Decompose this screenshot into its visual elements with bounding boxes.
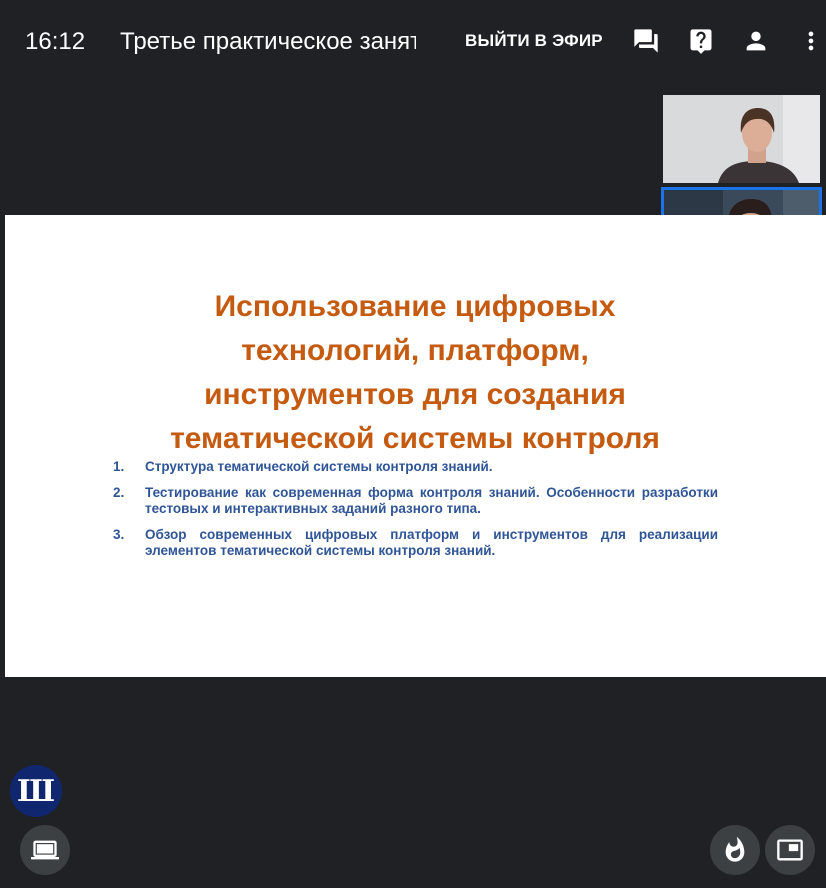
top-bar: 16:12 Третье практическое занятие ВЫЙТИ … bbox=[0, 0, 826, 80]
clock: 16:12 bbox=[25, 28, 86, 55]
slide-title: Использование цифровых технологий, платф… bbox=[105, 285, 725, 461]
list-item-number: 2. bbox=[113, 485, 125, 500]
present-screen-button[interactable] bbox=[20, 825, 70, 875]
slide-title-line: Использование цифровых bbox=[214, 290, 616, 323]
help-icon[interactable] bbox=[687, 27, 715, 55]
participant-video-1[interactable] bbox=[663, 95, 820, 183]
list-item-text: Обзор современных цифровых платформ и ин… bbox=[145, 527, 718, 558]
slide-title-line: тематической системы контроля bbox=[170, 422, 660, 455]
list-item-text: Тестирование как современная форма контр… bbox=[145, 485, 718, 516]
picture-in-picture-button[interactable] bbox=[765, 825, 815, 875]
slide-list-item: 2. Тестирование как современная форма ко… bbox=[113, 485, 718, 517]
presentation-slide: Использование цифровых технологий, платф… bbox=[5, 215, 826, 677]
go-live-button[interactable]: ВЫЙТИ В ЭФИР bbox=[465, 31, 603, 51]
person-icon[interactable] bbox=[742, 27, 770, 55]
present-screen-icon bbox=[31, 840, 59, 860]
meeting-title: Третье практическое занятие bbox=[120, 28, 416, 55]
list-item-text: Структура тематической системы контроля … bbox=[145, 459, 493, 474]
slide-list-item: 3. Обзор современных цифровых платформ и… bbox=[113, 527, 718, 559]
more-vert-icon[interactable] bbox=[797, 27, 825, 55]
slide-list-item: 1. Структура тематической системы контро… bbox=[113, 459, 718, 475]
list-item-number: 1. bbox=[113, 459, 125, 474]
picture-in-picture-icon bbox=[777, 839, 803, 861]
chat-icon[interactable] bbox=[632, 27, 660, 55]
slide-title-line: технологий, платформ, bbox=[241, 334, 589, 367]
effects-button[interactable] bbox=[710, 825, 760, 875]
logo-letter: Ш bbox=[16, 773, 56, 809]
hse-logo: Ш bbox=[10, 765, 62, 817]
slide-title-line: инструментов для создания bbox=[204, 378, 626, 411]
slide-list: 1. Структура тематической системы контро… bbox=[113, 459, 718, 569]
list-item-number: 3. bbox=[113, 527, 125, 542]
fire-icon bbox=[725, 836, 745, 862]
